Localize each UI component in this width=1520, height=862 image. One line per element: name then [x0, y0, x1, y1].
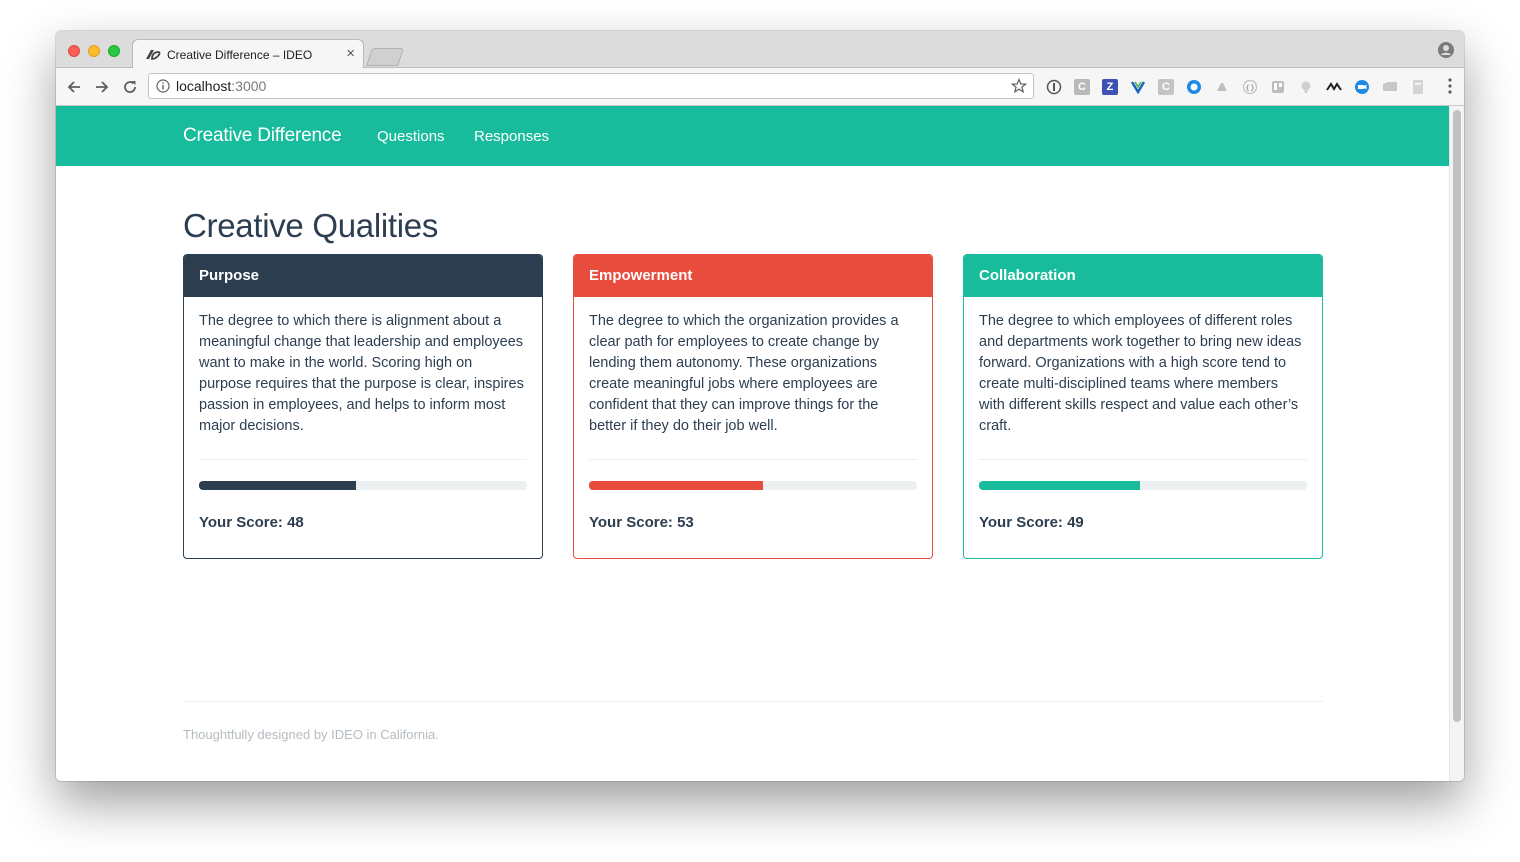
score-progress-fill — [979, 481, 1140, 490]
site-navbar: Creative Difference Questions Responses — [56, 106, 1449, 166]
address-bar[interactable]: localhost:3000 — [148, 73, 1034, 99]
score-label: Your Score: 53 — [589, 514, 694, 531]
scrollbar[interactable] — [1449, 106, 1464, 781]
extension-brackets-icon[interactable]: {} — [1242, 79, 1258, 95]
back-icon[interactable] — [66, 79, 82, 95]
quality-card-purpose: Purpose The degree to which there is ali… — [183, 254, 543, 559]
score-progress-fill — [589, 481, 763, 490]
quality-card-empowerment: Empowerment The degree to which the orga… — [573, 254, 933, 559]
score-label: Your Score: 49 — [979, 514, 1084, 531]
card-header: Collaboration — [964, 255, 1322, 297]
menu-icon[interactable] — [1448, 78, 1452, 94]
card-divider — [589, 459, 917, 460]
browser-window: Creative Difference – IDEO × localhost:3… — [56, 31, 1464, 781]
page-viewport: Creative Difference Questions Responses … — [56, 106, 1464, 781]
footer-text: Thoughtfully designed by IDEO in Califor… — [183, 727, 439, 742]
score-progress-fill — [199, 481, 357, 490]
close-window-button[interactable] — [68, 45, 80, 57]
score-label: Your Score: 48 — [199, 514, 304, 531]
extension-v-icon[interactable] — [1130, 79, 1146, 95]
svg-text:{}: {} — [1245, 84, 1255, 92]
card-description: The degree to which the organization pro… — [589, 313, 899, 434]
extension-circle-icon[interactable] — [1186, 79, 1202, 95]
navbar-brand[interactable]: Creative Difference — [183, 125, 342, 147]
extension-c-icon[interactable]: C — [1074, 79, 1090, 95]
tab-title: Creative Difference – IDEO — [167, 48, 313, 62]
profile-icon[interactable] — [1438, 42, 1454, 58]
minimize-window-button[interactable] — [88, 45, 100, 57]
scrollbar-thumb[interactable] — [1453, 110, 1461, 722]
extension-z-icon[interactable]: Z — [1102, 79, 1118, 95]
card-header: Empowerment — [574, 255, 932, 297]
tab-strip: Creative Difference – IDEO × — [56, 31, 1464, 69]
browser-tab[interactable]: Creative Difference – IDEO × — [132, 39, 364, 69]
score-progress-bar — [979, 481, 1307, 490]
card-description: The degree to which employees of differe… — [979, 313, 1302, 434]
extension-wave-icon[interactable] — [1326, 79, 1342, 95]
extension-trello-icon[interactable] — [1270, 79, 1286, 95]
extension-cloud-icon[interactable] — [1214, 79, 1230, 95]
nav-link-questions[interactable]: Questions — [377, 128, 445, 145]
url-host: localhost — [176, 78, 232, 94]
star-icon[interactable] — [1011, 78, 1027, 94]
extension-c2-icon[interactable]: C — [1158, 79, 1174, 95]
card-body: The degree to which there is alignment a… — [184, 297, 542, 531]
page-title: Creative Qualities — [183, 207, 439, 244]
card-divider — [199, 459, 527, 460]
score-progress-bar — [589, 481, 917, 490]
extension-folder-icon[interactable] — [1382, 79, 1398, 95]
card-divider — [979, 459, 1307, 460]
card-description: The degree to which there is alignment a… — [199, 313, 524, 434]
extension-1password-icon[interactable] — [1046, 79, 1062, 95]
footer-divider — [183, 701, 1323, 702]
card-header: Purpose — [184, 255, 542, 297]
forward-icon[interactable] — [94, 79, 110, 95]
url-port: :3000 — [231, 78, 267, 94]
extension-bulb-icon[interactable] — [1298, 79, 1314, 95]
browser-toolbar: localhost:3000 C Z C {} — [56, 68, 1464, 106]
zoom-window-button[interactable] — [108, 45, 120, 57]
url-text: localhost:3000 — [176, 78, 266, 94]
ideo-favicon-icon — [146, 50, 161, 60]
nav-link-responses[interactable]: Responses — [474, 128, 549, 145]
extension-camera-icon[interactable] — [1354, 79, 1370, 95]
reload-icon[interactable] — [122, 79, 138, 95]
card-body: The degree to which the organization pro… — [574, 297, 932, 531]
quality-card-collaboration: Collaboration The degree to which employ… — [963, 254, 1323, 559]
card-body: The degree to which employees of differe… — [964, 297, 1322, 531]
new-tab-button[interactable] — [366, 48, 404, 66]
tab-close-icon[interactable]: × — [346, 45, 355, 63]
extension-doc-icon[interactable] — [1410, 79, 1426, 95]
score-progress-bar — [199, 481, 527, 490]
info-icon[interactable] — [156, 79, 170, 93]
